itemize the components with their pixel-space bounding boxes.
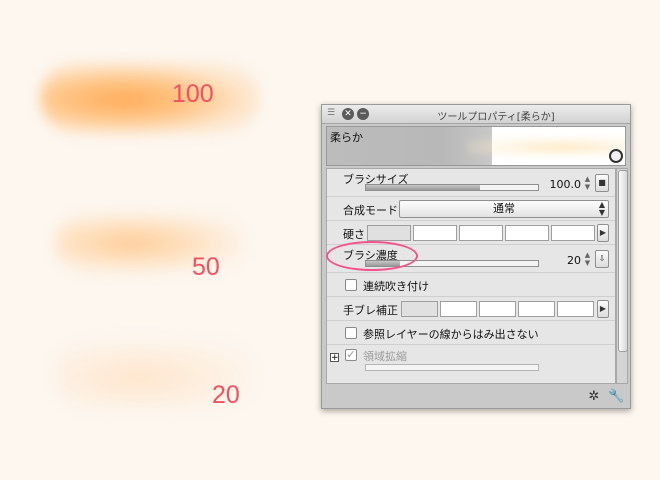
panel-bottom-bar: ✲ 🔧	[322, 387, 630, 408]
blend-mode-dropdown[interactable]: 通常 ▲ ▼	[399, 200, 609, 218]
reset-icon[interactable]: ✲	[586, 389, 602, 405]
arrow-right-icon[interactable]: ▶	[597, 300, 609, 318]
stabilization-option-1[interactable]	[401, 301, 438, 317]
stabilization-option-3[interactable]	[479, 301, 516, 317]
sample-label-50: 50	[192, 253, 220, 281]
hardness-option-3[interactable]	[459, 225, 503, 241]
brush-size-value[interactable]: 100.0	[545, 178, 582, 191]
hardness-option-4[interactable]	[505, 225, 549, 241]
row-area-expansion: + ✓ 領域拡縮	[327, 345, 615, 383]
sample-label-100: 100	[172, 80, 214, 108]
row-continuous-spray: 連続吹き付け	[327, 273, 615, 297]
zoom-icon[interactable]	[609, 149, 623, 163]
row-reference-layer: 参照レイヤーの線からはみ出さない	[327, 321, 615, 345]
area-expansion-checkbox[interactable]: ✓	[345, 349, 357, 361]
panel-titlebar[interactable]: ☰ ✕ − ツールプロパティ[柔らか]	[322, 105, 630, 124]
sample-label-20: 20	[212, 381, 240, 409]
expand-plus-icon[interactable]: +	[330, 353, 339, 363]
row-stabilization: 手ブレ補正 ▶	[327, 297, 615, 321]
highlight-circle	[326, 241, 418, 271]
row-blend-mode: 合成モード 通常 ▲ ▼	[327, 197, 615, 221]
brush-density-pressure-button[interactable]: ⇩	[595, 250, 609, 268]
reference-layer-checkbox[interactable]	[345, 327, 357, 339]
preview-stroke	[467, 137, 625, 157]
area-expansion-label: 領域拡縮	[363, 350, 407, 363]
continuous-spray-checkbox[interactable]	[345, 279, 357, 291]
stabilization-option-4[interactable]	[518, 301, 555, 317]
arrow-right-icon[interactable]: ▶	[597, 224, 609, 242]
reference-layer-label: 参照レイヤーの線からはみ出さない	[363, 328, 539, 341]
brush-preview: 柔らか	[326, 126, 626, 166]
dropdown-arrows-icon: ▲ ▼	[598, 200, 605, 217]
scrollbar-thumb[interactable]	[618, 170, 628, 352]
property-list: ブラシサイズ 100.0 ▲ ▼ ■ 合成モード 通常 ▲ ▼ 硬さ ▶ ブラシ…	[326, 168, 616, 384]
brush-density-spin-icon[interactable]: ▲ ▼	[583, 251, 592, 267]
blend-mode-label: 合成モード	[343, 204, 398, 217]
stabilization-option-2[interactable]	[440, 301, 477, 317]
continuous-spray-label: 連続吹き付け	[363, 280, 429, 293]
stabilization-label: 手ブレ補正	[343, 304, 398, 317]
brush-size-square-button[interactable]: ■	[595, 174, 609, 192]
hardness-option-5[interactable]	[551, 225, 595, 241]
row-brush-size: ブラシサイズ 100.0 ▲ ▼ ■	[327, 169, 615, 197]
panel-title: ツールプロパティ[柔らか]	[437, 112, 555, 123]
wrench-icon[interactable]: 🔧	[608, 389, 624, 405]
hardness-option-2[interactable]	[413, 225, 457, 241]
brush-density-value[interactable]: 20	[545, 254, 581, 267]
brush-size-slider[interactable]	[365, 184, 539, 191]
brush-stroke-sample-100	[40, 62, 260, 134]
stabilization-option-5[interactable]	[557, 301, 594, 317]
brush-size-slider-fill	[366, 185, 480, 190]
brush-size-spin-icon[interactable]: ▲ ▼	[583, 175, 592, 191]
preview-label: 柔らか	[330, 131, 363, 144]
hardness-label: 硬さ	[343, 228, 365, 241]
area-expansion-slider[interactable]	[365, 364, 539, 371]
panel-scrollbar[interactable]	[616, 168, 628, 384]
hardness-option-1[interactable]	[367, 225, 411, 241]
blend-mode-value: 通常	[493, 202, 515, 215]
